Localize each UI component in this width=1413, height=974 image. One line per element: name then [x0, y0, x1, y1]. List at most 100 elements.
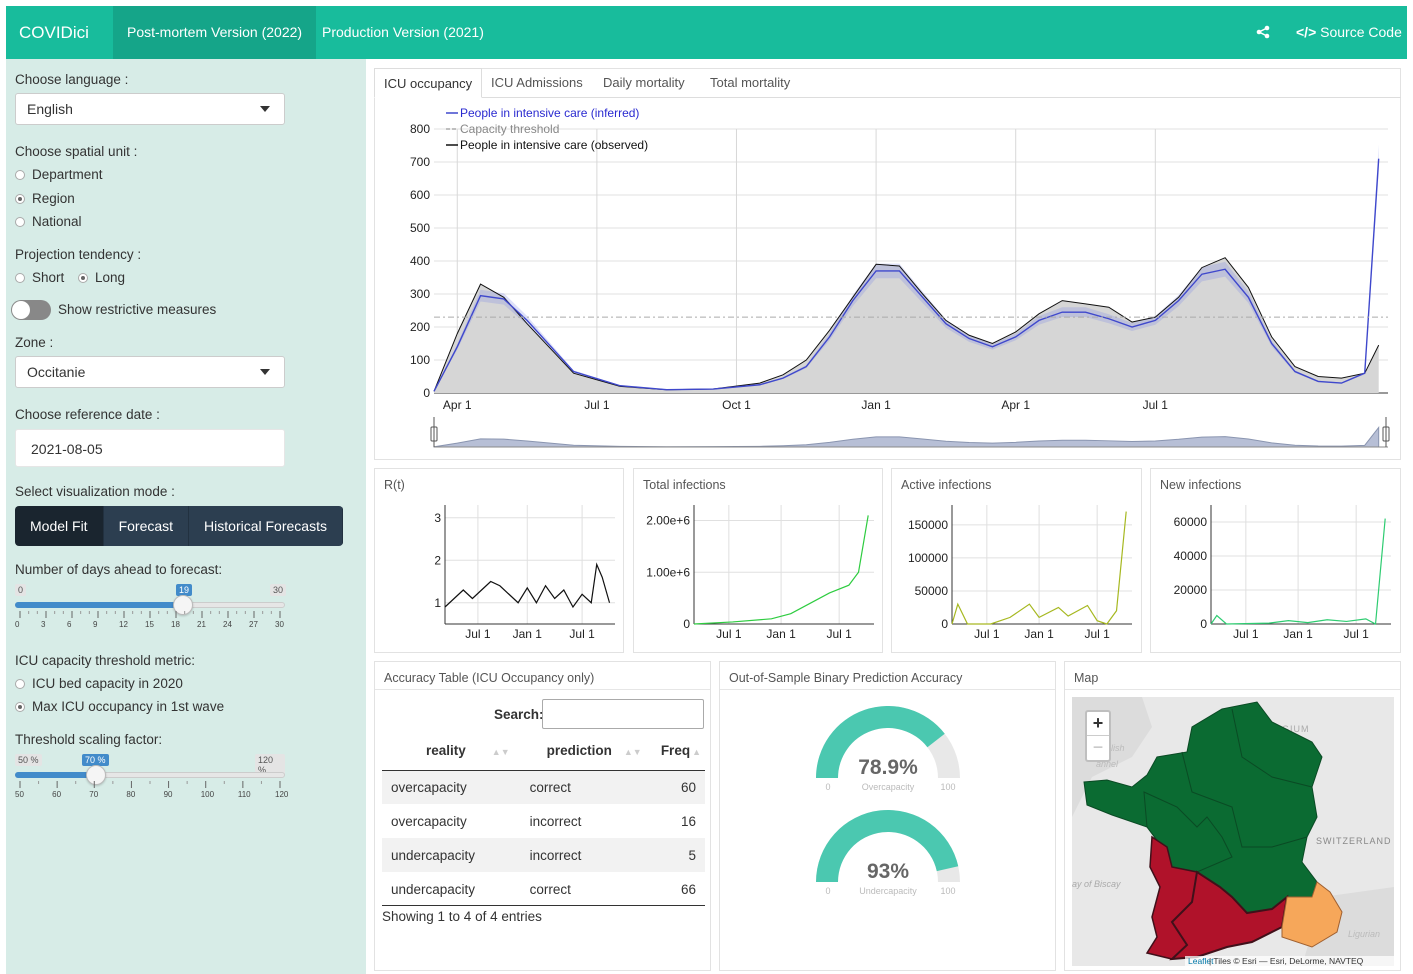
tab-daily-mortality[interactable]: Daily mortality [594, 68, 694, 98]
x-tick-label: Apr 1 [1001, 398, 1030, 412]
slider-max: 30 [270, 584, 287, 596]
restrictive-measures-toggle[interactable] [11, 300, 51, 320]
model-fit-button[interactable]: Model Fit [15, 506, 104, 546]
gauge-min: 0 [825, 782, 830, 792]
language-value: English [27, 101, 73, 117]
table-cell: correct [509, 770, 642, 804]
x-tick-label: Jan 1 [1283, 627, 1313, 641]
sort-icon: ▲▼ [623, 747, 642, 758]
radio-national[interactable]: National [15, 214, 82, 229]
radio-icon [15, 170, 25, 180]
vizmode-label: Select visualization mode : [15, 484, 175, 499]
refdate-input[interactable]: 2021-08-05 [15, 429, 285, 467]
zone-select[interactable]: Occitanie [15, 356, 285, 388]
legend-item: Capacity threshold [460, 122, 559, 136]
scaling-slider[interactable]: 50 % 70 % 120 % 50 60 70 80 90 100 110 120 [15, 754, 288, 799]
radio-label: Max ICU occupancy in 1st wave [32, 699, 225, 714]
x-tick-label: Jul 1 [1233, 627, 1259, 641]
zone-value: Occitanie [27, 364, 86, 380]
vizmode-buttons: Model Fit Forecast Historical Forecasts [15, 506, 343, 546]
days-slider[interactable]: 0 19 30 0 3 6 9 12 15 18 21 24 27 30 [15, 584, 287, 629]
tab-post-mortem[interactable]: Post-mortem Version (2022) [113, 6, 317, 59]
x-tick-label: Apr 1 [443, 398, 472, 412]
table-cell: overcapacity [382, 770, 510, 804]
table-cell: incorrect [509, 838, 642, 872]
brand-title[interactable]: COVIDici [19, 23, 89, 43]
radio-max-icu-occupancy[interactable]: Max ICU occupancy in 1st wave [15, 699, 224, 714]
days-label: Number of days ahead to forecast: [15, 562, 223, 577]
slider-ticks [19, 611, 281, 618]
col-label: reality [426, 743, 466, 759]
radio-department[interactable]: Department [15, 167, 103, 182]
y-tick-label: 100000 [908, 551, 948, 565]
icu-occupancy-chart[interactable]: 0 100 200 300 400 500 600 700 800 Apr 1 Jul 1 Oct 1… [374, 99, 1401, 459]
table-row[interactable]: overcapacity correct 60 [382, 770, 705, 804]
tab-icu-admissions[interactable]: ICU Admissions [482, 68, 592, 98]
radio-region[interactable]: Region [15, 191, 75, 206]
radio-icu-bed-capacity[interactable]: ICU bed capacity in 2020 [15, 676, 183, 691]
tab-total-mortality[interactable]: Total mortality [701, 68, 799, 98]
search-input[interactable] [542, 699, 704, 729]
y-tick-label: 150000 [908, 518, 948, 532]
france-map[interactable]: BELGIUM glish annel SWITZERLAND ay of Bi… [1072, 697, 1394, 966]
zoom-out-button[interactable]: − [1087, 736, 1109, 760]
slider-ticks [19, 781, 281, 788]
zoom-in-button[interactable]: + [1087, 712, 1109, 736]
sort-icon: ▲ [692, 747, 701, 758]
language-select[interactable]: English [15, 93, 285, 125]
search-label: Search: [494, 707, 544, 722]
zone-label: Zone : [15, 335, 54, 350]
y-tick-label: 600 [410, 188, 430, 202]
tab-icu-occupancy[interactable]: ICU occupancy [374, 68, 483, 98]
share-icon[interactable] [1256, 6, 1270, 59]
table-cell: 60 [641, 770, 705, 804]
y-tick-label: 0 [423, 386, 430, 400]
source-code-label: Source Code [1320, 24, 1402, 40]
refdate-label: Choose reference date : [15, 407, 160, 422]
radio-long[interactable]: Long [78, 270, 125, 285]
x-tick-label: Jul 1 [826, 627, 852, 641]
y-tick-label: 200 [410, 320, 430, 334]
scaling-label: Threshold scaling factor: [15, 732, 163, 747]
total-infections-panel: Total infections 2.00e+6 1.00e+6 0 Jul 1 Jan … [633, 468, 883, 653]
x-tick-label: Jul 1 [974, 627, 1000, 641]
x-tick-label: Jul 1 [1343, 627, 1369, 641]
table-cell: 16 [680, 813, 696, 829]
slider-tick-label: 100 [200, 790, 215, 799]
rt-chart-panel: R(t) 3 2 1 Jul 1 Jan 1 Jul 1 [374, 468, 624, 653]
col-freq[interactable]: Freq ▲ [641, 732, 705, 771]
gauge-min: 0 [825, 886, 830, 896]
slider-tick-label: 6 [67, 620, 72, 629]
forecast-button[interactable]: Forecast [103, 506, 190, 546]
navbar: COVIDici Post-mortem Version (2022) Prod… [6, 6, 1407, 59]
slider-tick-label: 70 [89, 790, 99, 799]
table-cell: 5 [641, 838, 705, 872]
slider-tick-label: 30 [275, 620, 284, 629]
binary-title: Out-of-Sample Binary Prediction Accuracy [729, 671, 963, 685]
table-row[interactable]: overcapacity incorrect 16 [382, 804, 705, 838]
y-tick-label: 20000 [1174, 583, 1208, 597]
table-cell: undercapacity [382, 838, 510, 872]
slider-fill [15, 602, 185, 608]
new-infections-chart[interactable]: 60000 40000 20000 0 Jul 1 Jan 1 Jul 1 [1151, 469, 1402, 654]
slider-tick-label: 3 [41, 620, 46, 629]
radio-short[interactable]: Short [15, 270, 64, 285]
slider-fill [15, 772, 95, 778]
table-row[interactable]: undercapacity correct 66 [382, 872, 705, 906]
total-infections-chart[interactable]: 2.00e+6 1.00e+6 0 Jul 1 Jan 1 Jul 1 [634, 469, 884, 654]
tab-production[interactable]: Production Version (2021) [308, 6, 498, 59]
x-tick-label: Jan 1 [766, 627, 796, 641]
table-row[interactable]: undercapacity incorrect 5 [382, 838, 705, 872]
historical-forecasts-button[interactable]: Historical Forecasts [189, 506, 343, 546]
slider-tick-label: 24 [223, 620, 232, 629]
active-infections-chart[interactable]: 150000 100000 50000 0 Jul 1 Jan 1 Jul 1 [892, 469, 1143, 654]
rt-chart[interactable]: 3 2 1 Jul 1 Jan 1 Jul 1 [375, 469, 625, 654]
y-tick-label: 50000 [915, 584, 949, 598]
x-tick-label: Jul 1 [584, 398, 610, 412]
slider-tick-label: 60 [52, 790, 62, 799]
col-reality[interactable]: reality ▲▼ [382, 732, 510, 771]
col-prediction[interactable]: prediction ▲▼ [509, 732, 642, 771]
slider-tick-label: 80 [126, 790, 136, 799]
source-code-link[interactable]: </> Source Code [1296, 6, 1402, 59]
accuracy-title: Accuracy Table (ICU Occupancy only) [384, 671, 595, 685]
